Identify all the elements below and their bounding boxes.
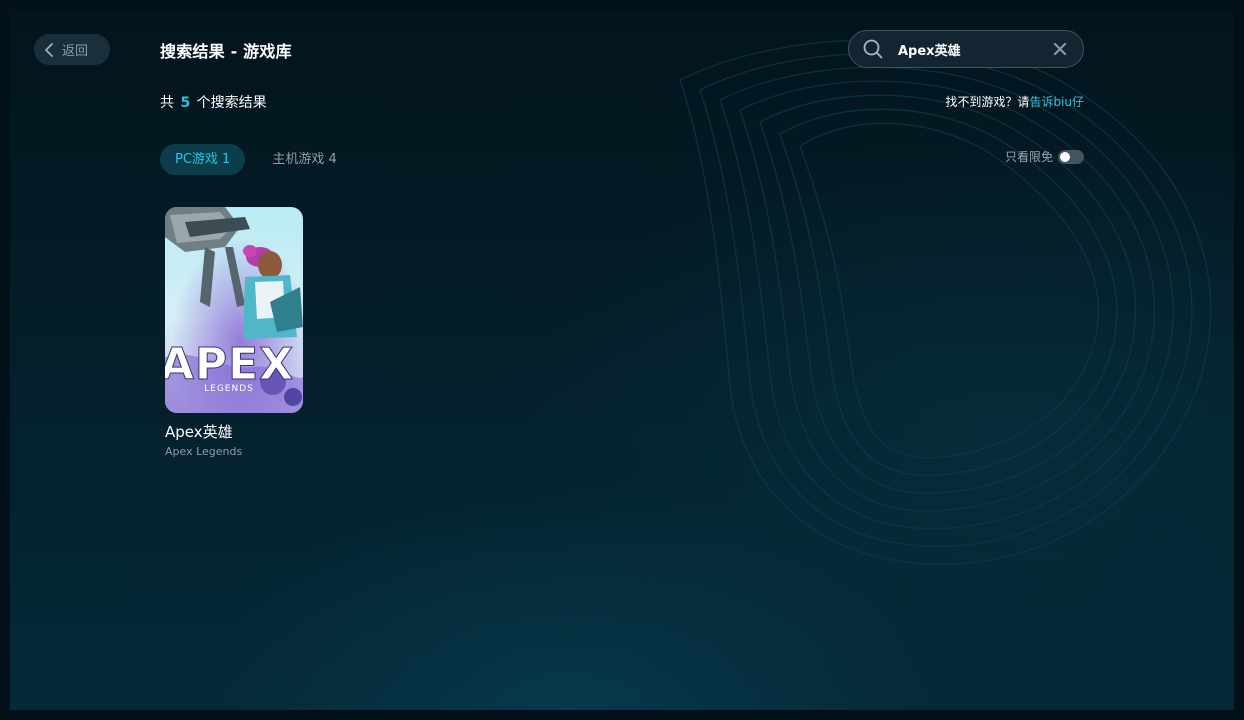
game-cover-image[interactable]: APEX LEGENDS [165,207,303,413]
main-panel: 返回 搜索结果 - 游戏库 共 5 个搜索结果 找不到游戏？请告诉biu仔 PC… [10,10,1234,710]
search-icon [863,39,883,59]
background-contour-decoration [679,39,1212,565]
tab-pc-games[interactable]: PC游戏 1 [160,144,246,175]
help-link[interactable]: 告诉biu仔 [1029,95,1084,109]
free-only-filter: 只看限免 [1005,148,1084,165]
result-number: 5 [180,95,191,111]
chevron-left-icon [45,42,53,57]
result-prefix: 共 [160,95,174,111]
free-only-label: 只看限免 [1004,150,1053,164]
help-line: 找不到游戏？请告诉biu仔 [945,93,1084,110]
tab-console-games[interactable]: 主机游戏 4 [257,144,351,175]
back-button[interactable]: 返回 [34,34,110,65]
free-only-switch[interactable] [1058,149,1084,164]
app-window: 返回 搜索结果 - 游戏库 共 5 个搜索结果 找不到游戏？请告诉biu仔 PC… [0,0,1244,720]
back-label: 返回 [62,44,89,59]
switch-knob [1060,151,1070,162]
game-card[interactable]: APEX LEGENDS Apex英雄 Apex Legends [165,207,305,458]
game-name: Apex英雄 [165,423,233,441]
game-subtitle: Apex Legends [165,445,243,458]
page-title: 搜索结果 - 游戏库 [160,42,292,61]
search-box[interactable] [848,30,1084,68]
search-input[interactable] [896,40,1053,58]
cover-logo-subtext: LEGENDS [204,384,254,394]
platform-tabs: PC游戏 1 主机游戏 4 [160,144,364,175]
cover-logo-text: APEX [165,339,294,390]
result-count: 共 5 个搜索结果 [160,92,267,112]
result-suffix: 个搜索结果 [196,95,267,111]
close-icon[interactable] [1053,42,1067,56]
help-text: 找不到游戏？请 [945,95,1030,109]
